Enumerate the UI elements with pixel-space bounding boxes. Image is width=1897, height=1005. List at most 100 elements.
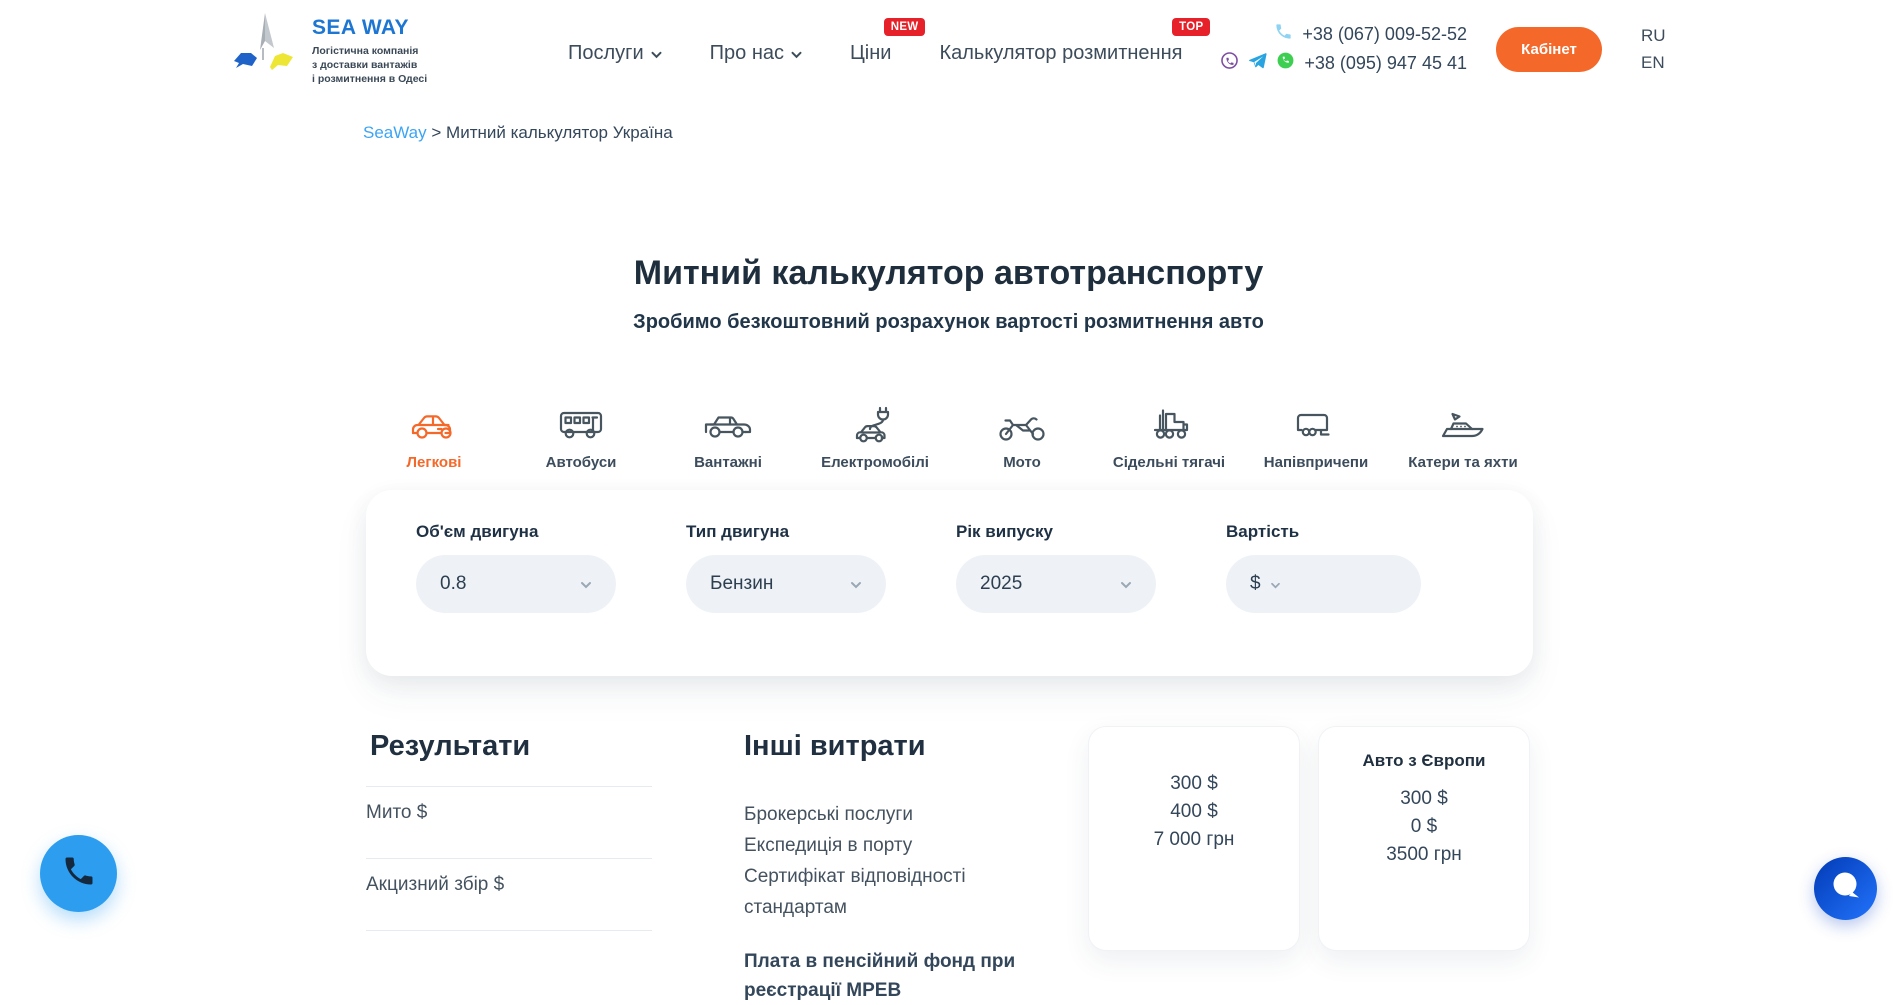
seaway-logo-icon <box>228 8 302 87</box>
year-select[interactable]: 2025 <box>956 555 1156 613</box>
price-value: 300 $ <box>1089 770 1299 798</box>
other-costs-price-card: 300 $ 400 $ 7 000 грн <box>1088 726 1300 951</box>
main-nav: Послуги Про нас Ціни NEW Калькулятор роз… <box>568 0 1182 106</box>
tab-semi-tractors[interactable]: Сідельні тягачі <box>1096 394 1243 471</box>
car-icon <box>408 394 460 444</box>
selected-value: 0.8 <box>440 573 466 595</box>
nav-item-customs-calculator[interactable]: Калькулятор розмитнення TOP <box>939 42 1182 65</box>
phone-link-2[interactable]: +38 (095) 947 45 41 <box>1304 53 1467 74</box>
other-cost-item: Сертифікат відповідності стандартам <box>744 861 1054 923</box>
results-title: Результати <box>370 730 656 763</box>
field-label: Вартість <box>1226 522 1421 542</box>
results-column: Результати <box>370 730 656 763</box>
vehicle-type-tabs: Легкові Автобуси Вантажні <box>359 394 1539 471</box>
engine-type-select[interactable]: Бензин <box>686 555 886 613</box>
excise-result-item: Акцизний збір $ <box>366 874 504 896</box>
cost-field: Вартість $ <box>1226 522 1421 613</box>
nav-item-services[interactable]: Послуги <box>568 42 662 65</box>
semi-tractor-icon <box>1143 394 1195 444</box>
selected-value: Бензин <box>710 573 773 595</box>
engine-type-field: Тип двигуна Бензин <box>686 522 886 613</box>
engine-volume-select[interactable]: 0.8 <box>416 555 616 613</box>
tab-label: Мото <box>1003 454 1041 471</box>
price-card-title <box>1089 727 1299 728</box>
chevron-down-icon <box>1120 573 1132 595</box>
price-value: 0 $ <box>1319 813 1529 841</box>
breadcrumb-home-link[interactable]: SeaWay <box>363 123 427 142</box>
tab-label: Катери та яхти <box>1408 454 1517 471</box>
lang-ru[interactable]: RU <box>1641 22 1666 49</box>
logo-text: SEA WAY Логістична компанія з доставки в… <box>312 8 427 87</box>
header-contacts: +38 (067) 009-52-52 +38 (095) 947 45 41 <box>1205 22 1467 75</box>
field-label: Рік випуску <box>956 522 1156 542</box>
chevron-down-icon <box>791 42 802 65</box>
tab-label: Легкові <box>407 454 462 471</box>
divider <box>366 930 652 931</box>
duty-result-item: Мито $ <box>366 802 427 824</box>
europe-car-price-card: Авто з Європи 300 $ 0 $ 3500 грн <box>1318 726 1530 951</box>
new-badge: NEW <box>884 18 926 36</box>
cost-currency-input[interactable]: $ <box>1226 555 1421 613</box>
chat-widget-button[interactable] <box>1814 857 1877 920</box>
floating-call-button[interactable] <box>40 835 117 912</box>
chevron-down-icon <box>850 573 862 595</box>
other-costs-list: Брокерські послуги Експедиція в порту Се… <box>744 799 1054 923</box>
price-card-values: 300 $ 400 $ 7 000 грн <box>1089 770 1299 854</box>
tab-cars[interactable]: Легкові <box>361 394 508 471</box>
tab-moto[interactable]: Мото <box>949 394 1096 471</box>
nav-item-prices[interactable]: Ціни NEW <box>850 42 891 65</box>
price-value: 300 $ <box>1319 785 1529 813</box>
language-switcher: RU EN <box>1641 22 1666 76</box>
chevron-down-icon <box>1270 573 1281 595</box>
page-subtitle: Зробимо безкоштовний розрахунок вартості… <box>0 311 1897 334</box>
other-costs-column: Інші витрати Брокерські послуги Експедиц… <box>744 730 1054 1005</box>
nav-item-about[interactable]: Про нас <box>710 42 802 65</box>
tab-label: Автобуси <box>546 454 617 471</box>
tab-trucks[interactable]: Вантажні <box>655 394 802 471</box>
tab-label: Напівпричепи <box>1264 454 1368 471</box>
phone-link-1[interactable]: +38 (067) 009-52-52 <box>1302 24 1467 45</box>
brand-tagline: Логістична компанія з доставки вантажів … <box>312 44 427 87</box>
pension-fund-item: Плата в пенсійний фонд при реєстрації МР… <box>744 947 1054 1005</box>
cabinet-button[interactable]: Кабінет <box>1496 27 1602 72</box>
header: SEA WAY Логістична компанія з доставки в… <box>0 0 1897 106</box>
tab-label: Сідельні тягачі <box>1113 454 1225 471</box>
tab-boats-yachts[interactable]: Катери та яхти <box>1390 394 1537 471</box>
yacht-icon <box>1437 394 1489 444</box>
field-label: Об'єм двигуна <box>416 522 616 542</box>
currency-value: $ <box>1250 573 1261 595</box>
logo[interactable]: SEA WAY Логістична компанія з доставки в… <box>228 8 427 87</box>
other-cost-item: Експедиція в порту <box>744 830 1054 861</box>
whatsapp-icon[interactable] <box>1276 51 1295 75</box>
phone-icon <box>1274 22 1293 46</box>
tab-buses[interactable]: Автобуси <box>508 394 655 471</box>
price-value: 7 000 грн <box>1089 826 1299 854</box>
lang-en[interactable]: EN <box>1641 49 1666 76</box>
brand-name: SEA WAY <box>312 16 427 40</box>
chevron-down-icon <box>651 42 662 65</box>
selected-value: 2025 <box>980 573 1022 595</box>
year-field: Рік випуску 2025 <box>956 522 1156 613</box>
chevron-down-icon <box>580 573 592 595</box>
electric-car-icon <box>849 394 901 444</box>
divider <box>366 858 652 859</box>
field-label: Тип двигуна <box>686 522 886 542</box>
price-value: 3500 грн <box>1319 841 1529 869</box>
phone-row-2: +38 (095) 947 45 41 <box>1205 51 1467 75</box>
semi-trailer-icon <box>1290 394 1342 444</box>
price-card-title: Авто з Європи <box>1319 751 1529 771</box>
chat-bubble-icon <box>1829 869 1863 908</box>
price-value: 400 $ <box>1089 798 1299 826</box>
telegram-icon[interactable] <box>1248 51 1267 75</box>
results-section: Результати Мито $ Акцизний збір $ Інші в… <box>366 716 1533 946</box>
tab-label: Вантажні <box>694 454 762 471</box>
breadcrumb-current: Митний калькулятор Україна <box>446 123 673 142</box>
tab-semi-trailers[interactable]: Напівпричепи <box>1243 394 1390 471</box>
other-costs-title: Інші витрати <box>744 730 1054 763</box>
tab-electric-cars[interactable]: Електромобілі <box>802 394 949 471</box>
other-cost-item: Брокерські послуги <box>744 799 1054 830</box>
divider <box>366 786 652 787</box>
motorcycle-icon <box>996 394 1048 444</box>
tab-label: Електромобілі <box>821 454 929 471</box>
viber-icon[interactable] <box>1220 51 1239 75</box>
